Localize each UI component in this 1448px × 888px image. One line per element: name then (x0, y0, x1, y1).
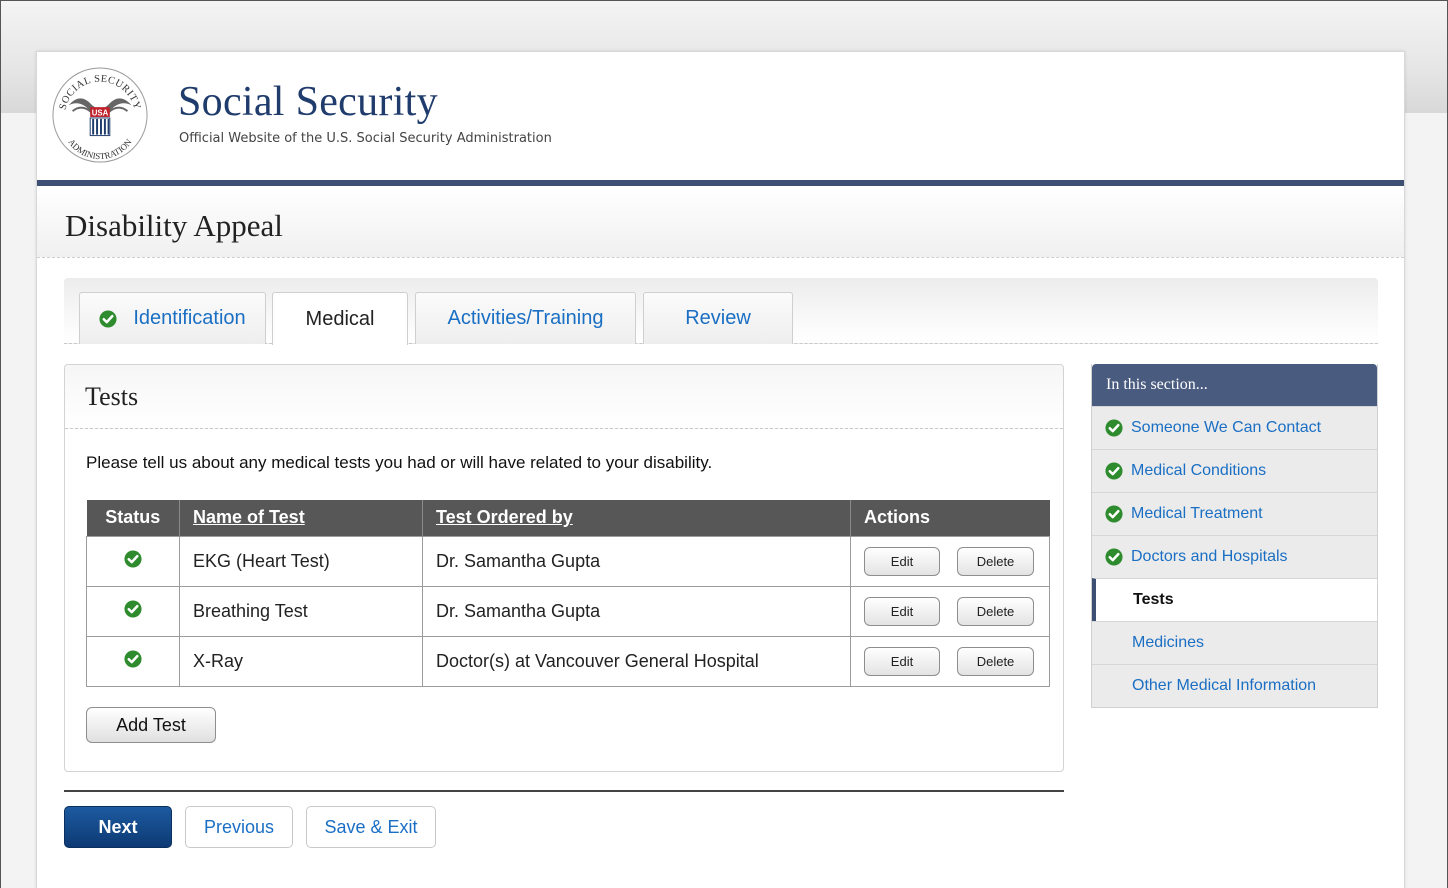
sidenav-item-label: Doctors and Hospitals (1131, 548, 1288, 565)
ordered-by-cell: Dr. Samantha Gupta (422, 535, 851, 587)
column-header-test-ordered-by[interactable]: Test Ordered by (422, 500, 851, 536)
sidenav-item-medical-conditions[interactable]: Medical Conditions (1092, 449, 1377, 492)
test-name-cell: X-Ray (179, 635, 423, 687)
edit-button[interactable]: Edit (864, 546, 940, 576)
panel-intro-text: Please tell us about any medical tests y… (86, 453, 713, 472)
section-sidenav: In this section... Someone We Can Contac… (1091, 364, 1378, 708)
table-header-row: Status Name of Test Test Ordered by Acti… (86, 500, 1050, 536)
previous-button[interactable]: Previous (185, 806, 293, 848)
page-title: Disability Appeal (65, 208, 283, 243)
sidenav-item-label: Other Medical Information (1132, 677, 1317, 694)
check-circle-icon (99, 310, 117, 328)
sidenav-item-other-medical-information[interactable]: Other Medical Information (1092, 664, 1377, 707)
sidenav-item-label: Medicines (1132, 634, 1205, 651)
tab-label: Activities/Training (447, 307, 604, 329)
sidenav-item-medicines[interactable]: Medicines (1092, 621, 1377, 664)
ordered-by-cell: Doctor(s) at Vancouver General Hospital (422, 635, 851, 687)
check-circle-icon (1105, 548, 1123, 566)
save-exit-button[interactable]: Save & Exit (306, 806, 436, 848)
tab-activities-training[interactable]: Activities/Training (415, 292, 636, 344)
sidenav-item-tests: Tests (1092, 578, 1377, 621)
sidenav-item-label: Medical Treatment (1131, 505, 1263, 522)
sidenav-item-someone-we-can-contact[interactable]: Someone We Can Contact (1092, 406, 1377, 449)
actions-cell: Edit Delete (850, 635, 1050, 687)
site-subtitle: Official Website of the U.S. Social Secu… (179, 131, 552, 146)
svg-text:USA: USA (92, 108, 109, 117)
panel-header (65, 365, 1063, 429)
actions-cell: Edit Delete (850, 535, 1050, 587)
sidenav-item-label: Tests (1133, 591, 1174, 608)
table-row: X-Ray Doctor(s) at Vancouver General Hos… (86, 635, 1050, 687)
tab-identification[interactable]: Identification (79, 292, 266, 344)
next-button[interactable]: Next (64, 806, 172, 848)
status-cell (86, 535, 180, 587)
check-circle-icon (1105, 419, 1123, 437)
delete-button[interactable]: Delete (957, 646, 1034, 676)
tests-table: Status Name of Test Test Ordered by Acti… (86, 500, 1050, 687)
tab-label: Review (685, 307, 751, 329)
tab-label: Medical (305, 307, 375, 330)
site-header: SOCIAL SECURITY ADMINISTRATION USA Socia… (37, 52, 1404, 180)
tab-medical[interactable]: Medical (272, 292, 408, 345)
sidenav-item-medical-treatment[interactable]: Medical Treatment (1092, 492, 1377, 535)
tab-review[interactable]: Review (643, 292, 793, 344)
sidenav-item-label: Someone We Can Contact (1131, 419, 1322, 436)
check-circle-icon (124, 600, 142, 618)
test-name-cell: EKG (Heart Test) (179, 535, 423, 587)
column-header-status: Status (86, 500, 180, 536)
site-title[interactable]: Social Security (178, 78, 438, 126)
column-header-actions: Actions (850, 500, 1050, 536)
check-circle-icon (1105, 505, 1123, 523)
table-row: EKG (Heart Test) Dr. Samantha Gupta Edit… (86, 535, 1050, 587)
edit-button[interactable]: Edit (864, 596, 940, 626)
status-cell (86, 585, 180, 637)
check-circle-icon (124, 650, 142, 668)
sidenav-item-label: Medical Conditions (1131, 462, 1267, 479)
tests-panel: Tests Please tell us about any medical t… (64, 364, 1064, 772)
check-circle-icon (124, 550, 142, 568)
form-divider (64, 790, 1064, 792)
delete-button[interactable]: Delete (957, 546, 1034, 576)
actions-cell: Edit Delete (850, 585, 1050, 637)
tab-label: Identification (133, 307, 246, 329)
edit-button[interactable]: Edit (864, 646, 940, 676)
page-title-area: Disability Appeal (37, 186, 1404, 258)
sidenav-heading: In this section... (1092, 364, 1377, 406)
panel-title: Tests (85, 382, 139, 411)
sidenav-item-doctors-and-hospitals[interactable]: Doctors and Hospitals (1092, 535, 1377, 578)
test-name-cell: Breathing Test (179, 585, 423, 637)
status-cell (86, 635, 180, 687)
check-circle-icon (1105, 462, 1123, 480)
delete-button[interactable]: Delete (957, 596, 1034, 626)
ssa-seal-logo: SOCIAL SECURITY ADMINISTRATION USA (52, 67, 148, 163)
add-test-button[interactable]: Add Test (86, 707, 216, 743)
table-row: Breathing Test Dr. Samantha Gupta Edit De… (86, 585, 1050, 637)
section-tabs: Identification Medical Activities/Traini… (64, 278, 1378, 345)
column-header-name-of-test[interactable]: Name of Test (179, 500, 423, 536)
page-container: SOCIAL SECURITY ADMINISTRATION USA Socia… (36, 51, 1405, 888)
ordered-by-cell: Dr. Samantha Gupta (422, 585, 851, 637)
